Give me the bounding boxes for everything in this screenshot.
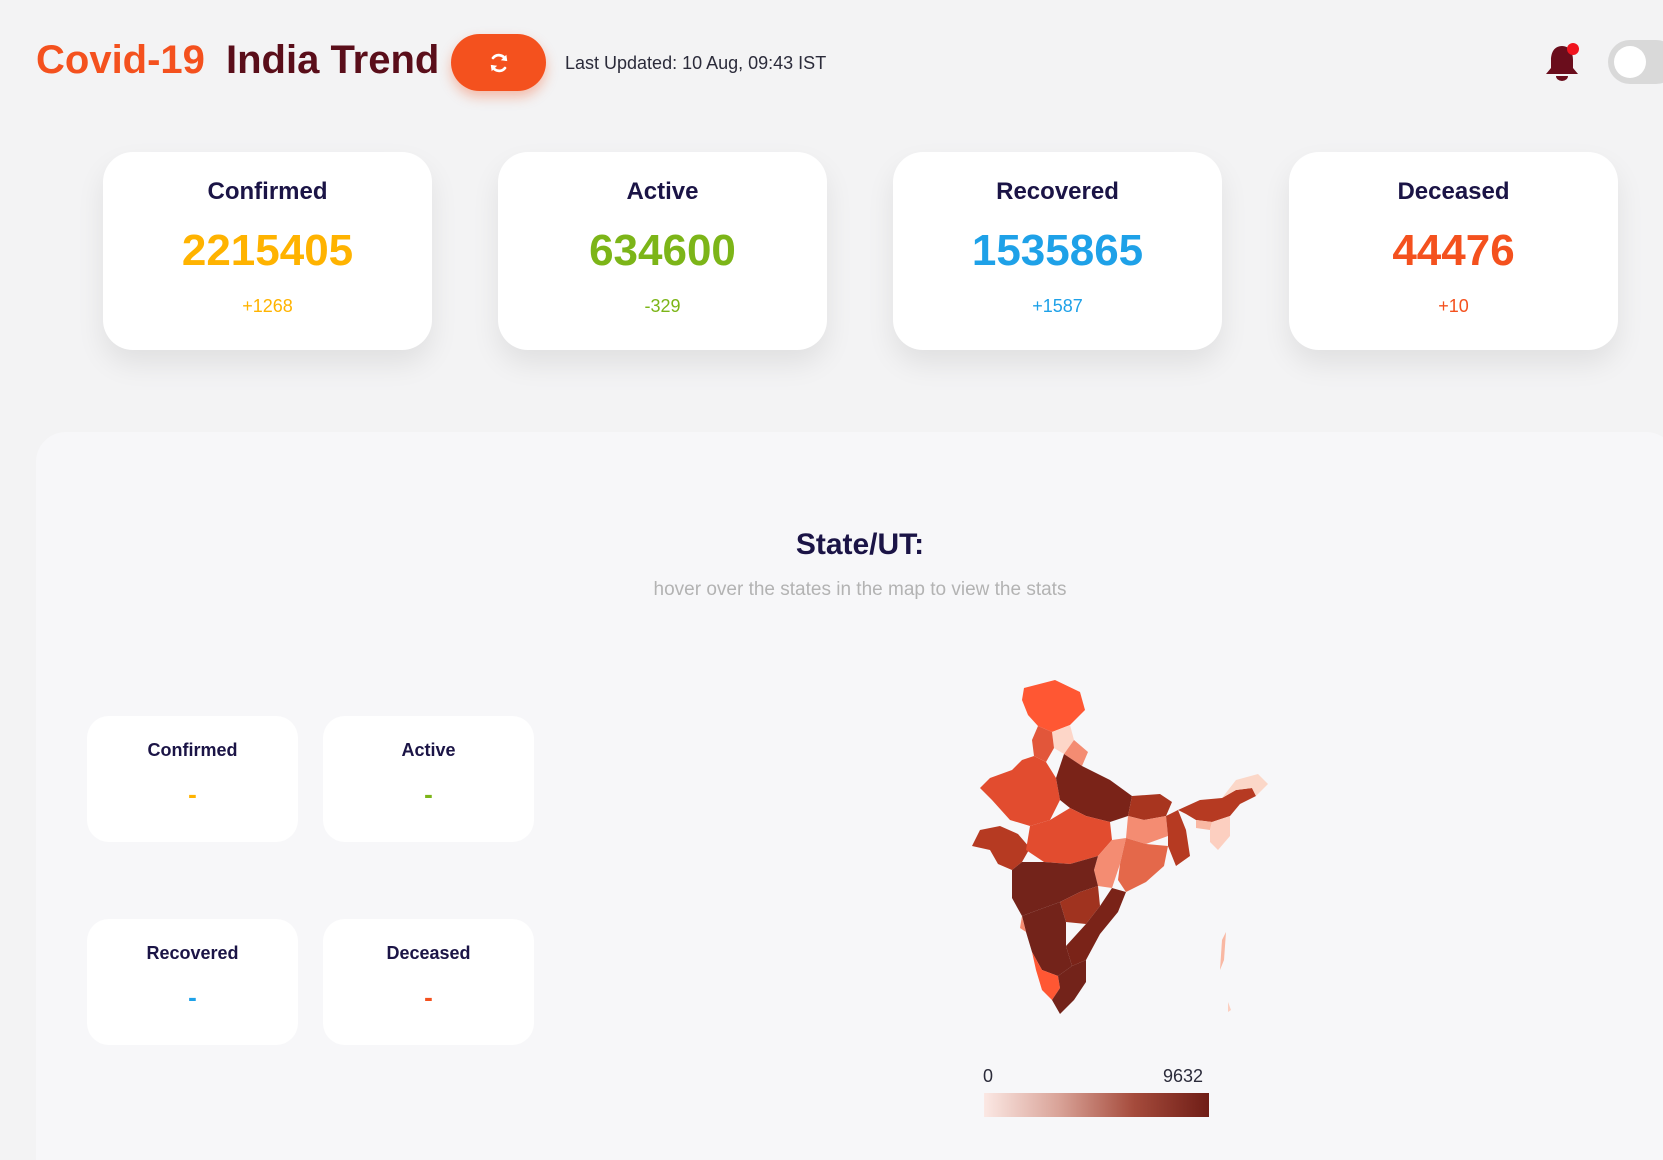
brand-title-primary: Covid-19: [36, 38, 205, 82]
state-card-label: Confirmed: [147, 740, 238, 760]
stat-value: 44476: [1392, 226, 1515, 275]
state-card-label: Active: [401, 740, 456, 760]
stat-label: Confirmed: [207, 178, 328, 205]
bell-icon: [1546, 43, 1579, 81]
stat-label: Active: [626, 178, 699, 205]
state-card-recovered: Recovered -: [87, 919, 298, 1045]
notification-dot: [1567, 43, 1579, 55]
toggle-knob: [1614, 46, 1646, 78]
legend-min-label: 0: [983, 1066, 994, 1086]
legend-max-label: 9632: [1163, 1066, 1204, 1086]
state-card-value: -: [188, 982, 197, 1012]
stat-card-recovered: Recovered 1535865 +1587: [893, 152, 1222, 350]
state-card-active: Active -: [323, 716, 534, 842]
app-header: Covid-19 India Trend Last Updated: 10 Au…: [0, 0, 1663, 130]
state-bihar[interactable]: [1128, 794, 1172, 820]
stat-delta: +1268: [242, 296, 293, 316]
state-odisha[interactable]: [1118, 838, 1168, 892]
india-map[interactable]: [960, 670, 1320, 1040]
state-card-deceased: Deceased -: [323, 919, 534, 1045]
islands-nicobar: [1228, 1002, 1231, 1012]
stat-value: 2215405: [181, 226, 354, 275]
state-card-value: -: [424, 779, 433, 809]
stat-delta: -329: [644, 296, 681, 316]
stat-card-deceased: Deceased 44476 +10: [1289, 152, 1618, 350]
refresh-icon: [490, 53, 507, 72]
state-jharkhand[interactable]: [1126, 816, 1168, 844]
state-panel-title: State/UT:: [795, 528, 925, 561]
last-updated-text: Last Updated: 10 Aug, 09:43 IST: [565, 53, 827, 73]
stat-value: 634600: [589, 226, 736, 275]
stat-value: 1535865: [971, 226, 1144, 275]
state-rajasthan[interactable]: [980, 756, 1060, 826]
state-card-label: Recovered: [146, 943, 239, 963]
state-card-value: -: [188, 779, 197, 809]
brand-title-secondary: India Trend: [226, 38, 440, 82]
map-legend-gradient: [984, 1093, 1209, 1117]
theme-toggle[interactable]: [1608, 40, 1663, 84]
stat-delta: +10: [1438, 296, 1469, 316]
state-panel-subtitle: hover over the states in the map to view…: [653, 579, 1067, 600]
state-west-bengal[interactable]: [1166, 810, 1190, 866]
state-card-value: -: [424, 982, 433, 1012]
state-card-label: Deceased: [386, 943, 471, 963]
stat-delta: +1587: [1032, 296, 1083, 316]
notifications-button[interactable]: [1542, 42, 1582, 84]
state-jammu-kashmir[interactable]: [1022, 680, 1085, 732]
state-card-confirmed: Confirmed -: [87, 716, 298, 842]
stat-card-confirmed: Confirmed 2215405 +1268: [103, 152, 432, 350]
refresh-button[interactable]: [451, 34, 546, 91]
islands-andaman: [1220, 932, 1226, 970]
stat-label: Deceased: [1397, 178, 1510, 205]
state-assam[interactable]: [1178, 788, 1256, 822]
stat-label: Recovered: [996, 178, 1119, 205]
stat-card-active: Active 634600 -329: [498, 152, 827, 350]
